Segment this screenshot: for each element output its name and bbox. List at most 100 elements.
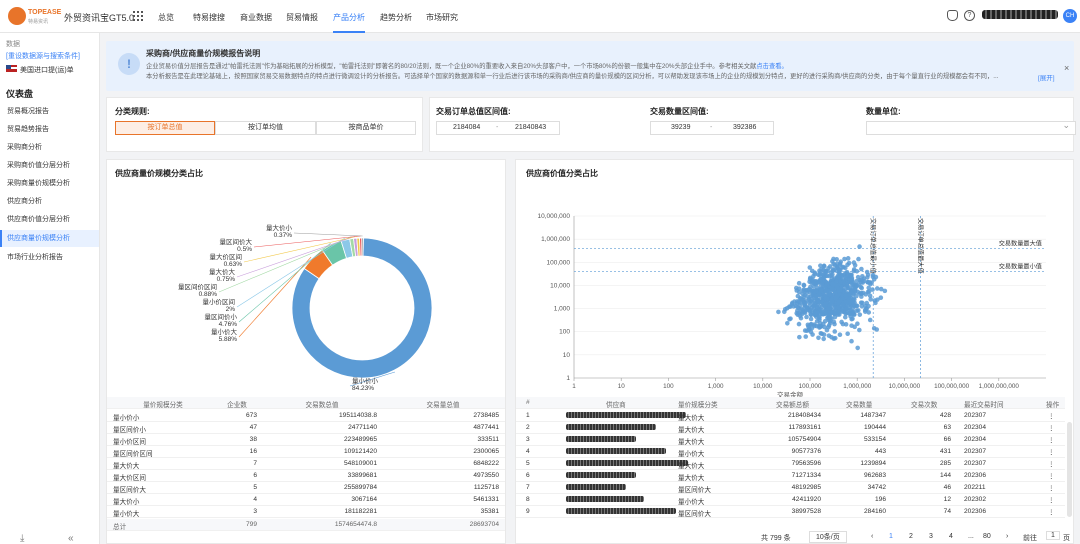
- supplier-row[interactable]: 2 量大价大 117893161 190444 63 202304 ⋮: [516, 422, 1065, 434]
- scatter-point[interactable]: [854, 283, 860, 288]
- option-order-total[interactable]: 按订单总值: [115, 121, 215, 135]
- more-actions-icon[interactable]: ⋮: [1048, 472, 1055, 480]
- nav-trade-intel[interactable]: 贸易情报: [286, 12, 318, 23]
- scatter-point[interactable]: [859, 285, 865, 291]
- scatter-point[interactable]: [851, 296, 856, 301]
- user-name-redacted[interactable]: [982, 10, 1058, 19]
- scatter-point[interactable]: [806, 298, 812, 303]
- help-icon[interactable]: ?: [964, 10, 975, 21]
- scatter-point[interactable]: [785, 320, 790, 326]
- sidebar-item-market-industry[interactable]: 市场行业分析报告: [0, 249, 99, 266]
- qty-range-input[interactable]: 39239 - 392386: [650, 121, 774, 135]
- more-actions-icon[interactable]: ⋮: [1048, 436, 1055, 444]
- scatter-point[interactable]: [816, 292, 822, 297]
- scatter-point[interactable]: [848, 273, 854, 279]
- order-range-input[interactable]: 2184084 - 21840843: [436, 121, 560, 135]
- page-1[interactable]: 1: [889, 533, 893, 540]
- more-actions-icon[interactable]: ⋮: [1048, 496, 1055, 504]
- sidebar-item-buyer-value-tier[interactable]: 采购商价值分层分析: [0, 157, 99, 174]
- scatter-point[interactable]: [866, 310, 872, 315]
- scatter-point[interactable]: [866, 285, 872, 291]
- scatter-point[interactable]: [812, 270, 818, 275]
- more-actions-icon[interactable]: ⋮: [1048, 424, 1055, 432]
- bell-icon[interactable]: [947, 10, 958, 21]
- scatter-point[interactable]: [852, 262, 858, 268]
- option-order-average[interactable]: 按订单均值: [215, 121, 316, 135]
- scatter-point[interactable]: [782, 306, 788, 312]
- scatter-point[interactable]: [795, 305, 801, 310]
- scatter-point[interactable]: [796, 321, 802, 327]
- scatter-point[interactable]: [804, 328, 810, 334]
- scatter-point[interactable]: [836, 287, 842, 293]
- supplier-name-redacted[interactable]: [566, 484, 626, 491]
- scatter-point[interactable]: [804, 314, 809, 320]
- scatter-point[interactable]: [849, 338, 854, 344]
- scatter-point[interactable]: [776, 309, 781, 315]
- more-actions-icon[interactable]: ⋮: [1048, 448, 1055, 456]
- expand-link[interactable]: [展开]: [1038, 72, 1055, 82]
- supplier-row[interactable]: 4 量小价大 90577376 443 431 202307 ⋮: [516, 446, 1065, 458]
- scatter-point[interactable]: [818, 276, 824, 282]
- scatter-point[interactable]: [832, 321, 837, 327]
- scatter-point[interactable]: [826, 323, 832, 328]
- scatter-point[interactable]: [865, 280, 871, 285]
- scatter-point[interactable]: [806, 286, 812, 292]
- more-actions-icon[interactable]: ⋮: [1048, 460, 1055, 468]
- page-3[interactable]: 3: [929, 533, 933, 540]
- scatter-point[interactable]: [803, 334, 809, 339]
- supplier-name-redacted[interactable]: [566, 472, 636, 479]
- option-unit-price[interactable]: 按商品单价: [316, 121, 416, 135]
- scatter-point[interactable]: [818, 330, 824, 336]
- scatter-point[interactable]: [848, 290, 854, 295]
- scatter-point[interactable]: [825, 306, 831, 311]
- scatter-point[interactable]: [816, 335, 821, 341]
- scatter-point[interactable]: [828, 315, 833, 321]
- scatter-point[interactable]: [822, 324, 827, 330]
- scatter-point[interactable]: [801, 283, 807, 288]
- scatter-point[interactable]: [860, 290, 866, 296]
- scatter-point[interactable]: [835, 274, 841, 280]
- next-page-icon[interactable]: ›: [1006, 533, 1008, 540]
- scatter-point[interactable]: [836, 299, 842, 304]
- app-grid-icon[interactable]: [133, 11, 143, 21]
- scatter-point[interactable]: [819, 267, 824, 272]
- nav-business-data[interactable]: 商业数据: [240, 12, 272, 23]
- nav-product-analysis[interactable]: 产品分析: [333, 12, 365, 23]
- scatter-point[interactable]: [816, 323, 822, 329]
- scatter-point[interactable]: [812, 310, 818, 316]
- prev-page-icon[interactable]: ‹: [871, 533, 873, 540]
- scatter-point[interactable]: [874, 286, 880, 291]
- page-size-select[interactable]: 10条/页: [809, 531, 847, 543]
- scatter-point[interactable]: [824, 310, 829, 316]
- close-icon[interactable]: ×: [1064, 63, 1069, 73]
- scatter-point[interactable]: [797, 334, 802, 340]
- table-scrollbar[interactable]: [1067, 422, 1072, 517]
- scatter-point[interactable]: [800, 288, 806, 293]
- order-max-value[interactable]: 21840843: [515, 122, 546, 134]
- scatter-point[interactable]: [874, 327, 880, 332]
- supplier-name-redacted[interactable]: [566, 436, 636, 443]
- scatter-point[interactable]: [882, 288, 888, 294]
- scatter-point[interactable]: [796, 286, 802, 291]
- scatter-point[interactable]: [845, 331, 850, 337]
- supplier-name-redacted[interactable]: [566, 412, 686, 419]
- supplier-name-redacted[interactable]: [566, 460, 688, 467]
- sidebar-item-buyer-volume-price[interactable]: 采购商量价规模分析: [0, 175, 99, 192]
- scatter-point[interactable]: [860, 273, 865, 279]
- scatter-point[interactable]: [821, 336, 826, 342]
- scatter-point[interactable]: [816, 299, 821, 304]
- supplier-row[interactable]: 6 量大价大 71271334 962683 144 202306 ⋮: [516, 470, 1065, 482]
- scatter-point[interactable]: [843, 292, 848, 298]
- scatter-point[interactable]: [867, 317, 873, 323]
- sidebar-item-trade-overview[interactable]: 贸易概况报告: [0, 103, 99, 120]
- scatter-point[interactable]: [871, 277, 877, 282]
- scatter-point[interactable]: [848, 314, 853, 319]
- page-2[interactable]: 2: [909, 533, 913, 540]
- scatter-point[interactable]: [809, 321, 814, 327]
- nav-trend-analysis[interactable]: 趋势分析: [380, 12, 412, 23]
- scatter-point[interactable]: [830, 281, 835, 287]
- supplier-name-redacted[interactable]: [566, 448, 666, 455]
- qty-max-value[interactable]: 392386: [733, 122, 756, 134]
- order-min-value[interactable]: 2184084: [453, 122, 480, 134]
- nav-market-research[interactable]: 市场研究: [426, 12, 458, 23]
